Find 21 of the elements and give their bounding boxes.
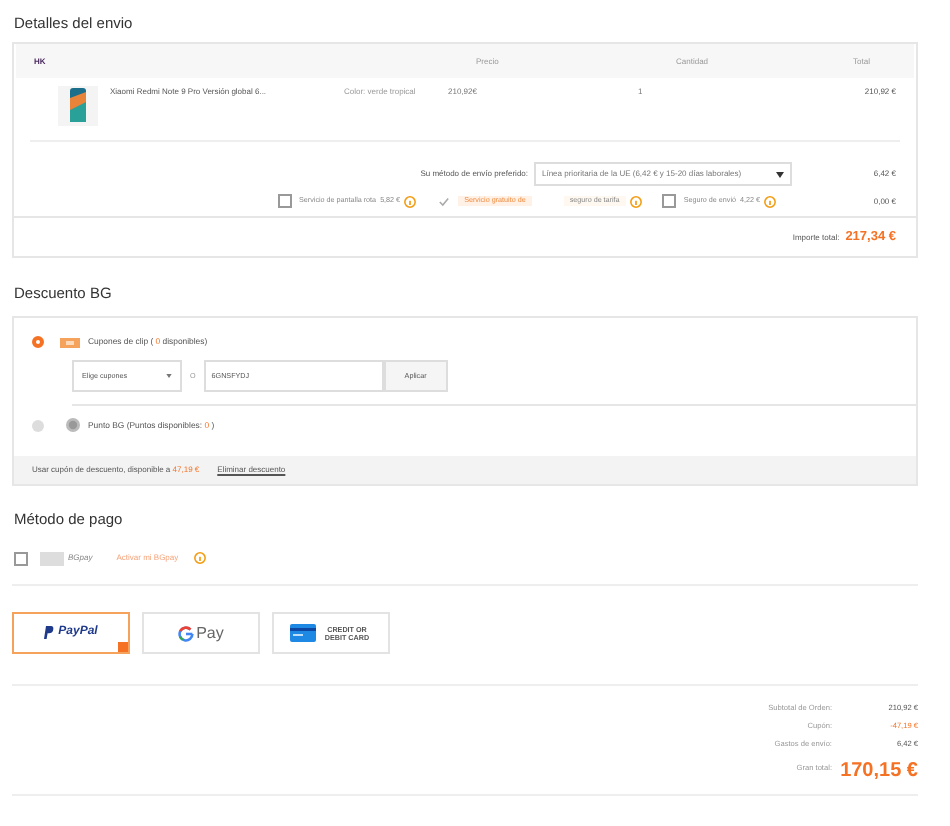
info-icon	[764, 195, 776, 207]
caret-icon	[776, 171, 784, 177]
coupon-icon	[60, 337, 80, 348]
google-g-icon	[178, 625, 195, 642]
checkbox[interactable]	[436, 194, 451, 208]
product-image	[58, 86, 98, 126]
paypal-icon	[44, 626, 55, 641]
radio-button[interactable]	[32, 336, 44, 349]
checkbox[interactable]	[661, 194, 676, 208]
coin-icon	[66, 418, 80, 433]
credit-card-icon	[289, 624, 315, 643]
payment-method-button[interactable]: Pay	[142, 612, 260, 655]
radio-button[interactable]	[32, 419, 44, 432]
selected-corner-icon	[118, 642, 128, 653]
info-icon	[629, 195, 642, 207]
info-icon	[404, 195, 417, 207]
grand-total-amount: 170,15 €	[838, 757, 918, 786]
caret-icon	[166, 374, 172, 379]
checkbox[interactable]	[14, 551, 28, 566]
info-icon	[194, 552, 207, 565]
checkbox[interactable]	[277, 194, 291, 208]
